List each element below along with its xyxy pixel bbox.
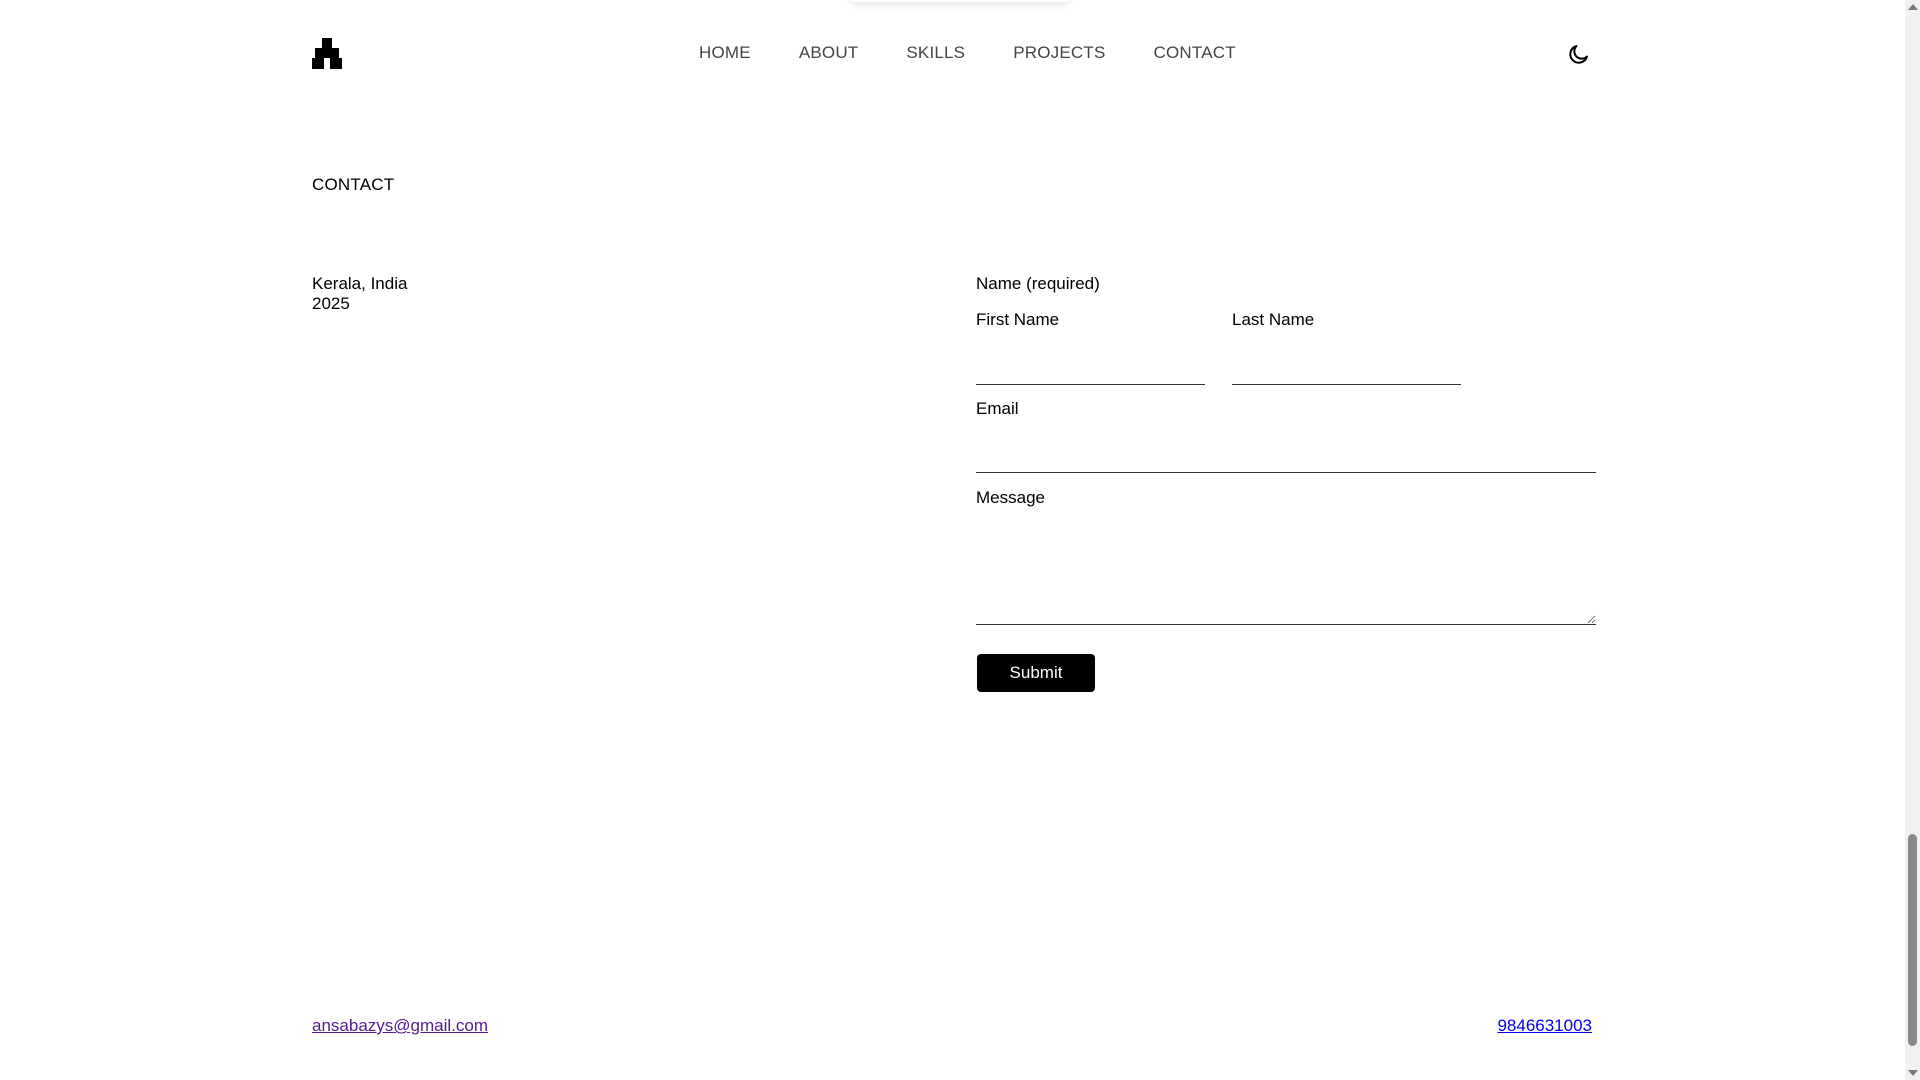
brand-logo-icon[interactable] xyxy=(312,38,342,69)
email-input[interactable] xyxy=(976,438,1596,473)
scroll-thumb[interactable] xyxy=(1908,834,1917,1046)
first-name-label: First Name xyxy=(976,310,1060,329)
year-text: 2025 xyxy=(312,294,350,313)
message-textarea[interactable] xyxy=(976,518,1596,625)
nav-home[interactable]: HOME xyxy=(699,43,751,63)
nav-projects[interactable]: PROJECTS xyxy=(1013,43,1105,63)
moon-icon xyxy=(1569,45,1588,64)
scroll-up-arrow-icon[interactable] xyxy=(1908,4,1918,10)
section-title: CONTACT xyxy=(312,175,395,194)
footer-phone-link[interactable]: 9846631003 xyxy=(1497,1016,1592,1036)
first-name-input[interactable] xyxy=(976,350,1205,385)
scroll-down-arrow-icon[interactable] xyxy=(1908,1070,1918,1076)
footer-email-link[interactable]: ansabazys@gmail.com xyxy=(312,1016,488,1036)
last-name-input[interactable] xyxy=(1232,350,1461,385)
location-info: Kerala, India 2025 xyxy=(312,274,407,314)
site-header: HOME ABOUT SKILLS PROJECTS CONTACT xyxy=(0,0,1905,110)
email-label: Email xyxy=(976,399,1019,418)
last-name-label: Last Name xyxy=(1232,310,1315,329)
nav-contact[interactable]: CONTACT xyxy=(1154,43,1236,63)
theme-toggle-button[interactable] xyxy=(1566,41,1592,67)
location-text: Kerala, India xyxy=(312,274,408,293)
nav-about[interactable]: ABOUT xyxy=(799,43,859,63)
page-scrollbar[interactable] xyxy=(1905,0,1920,1080)
main-nav: HOME ABOUT SKILLS PROJECTS CONTACT xyxy=(699,43,1236,63)
submit-button[interactable]: Submit xyxy=(977,654,1095,692)
nav-skills[interactable]: SKILLS xyxy=(906,43,965,63)
message-label: Message xyxy=(976,488,1045,507)
name-label: Name (required) xyxy=(976,274,1100,293)
